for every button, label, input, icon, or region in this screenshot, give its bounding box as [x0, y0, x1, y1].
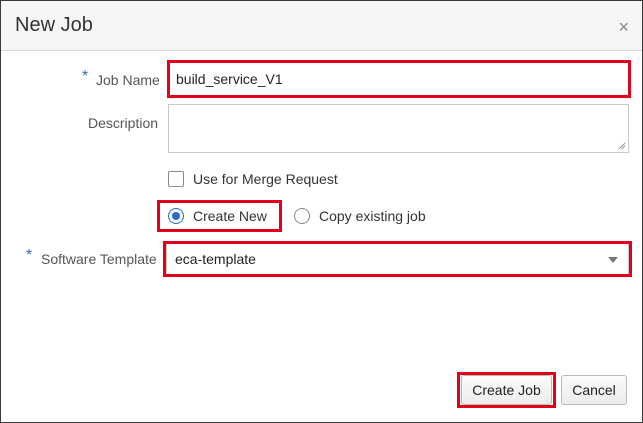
merge-request-label: Use for Merge Request	[193, 171, 338, 187]
required-asterisk: *	[82, 68, 89, 85]
software-template-value: eca-template	[175, 251, 256, 267]
copy-existing-label[interactable]: Copy existing job	[319, 208, 426, 224]
cancel-button[interactable]: Cancel	[561, 375, 627, 405]
required-asterisk: *	[26, 247, 33, 264]
create-job-button[interactable]: Create Job	[461, 375, 552, 405]
software-template-select[interactable]: eca-template	[166, 243, 629, 275]
chevron-down-icon	[608, 257, 618, 263]
copy-existing-radio[interactable]	[294, 208, 310, 224]
new-job-dialog: New Job × * Job Name Description Use for…	[0, 0, 643, 423]
close-icon[interactable]: ×	[618, 18, 629, 36]
resize-grip-icon[interactable]	[618, 142, 626, 150]
job-name-input[interactable]	[169, 62, 629, 96]
dialog-title-bar: New Job ×	[1, 1, 642, 51]
software-template-label: Software Template	[41, 251, 157, 267]
dialog-title: New Job	[15, 14, 93, 36]
merge-request-checkbox[interactable]	[168, 171, 184, 187]
create-new-radio[interactable]	[168, 208, 184, 224]
job-name-label: Job Name	[96, 72, 160, 88]
description-textarea[interactable]	[168, 104, 629, 153]
create-new-label[interactable]: Create New	[193, 208, 267, 224]
description-label: Description	[88, 115, 159, 131]
